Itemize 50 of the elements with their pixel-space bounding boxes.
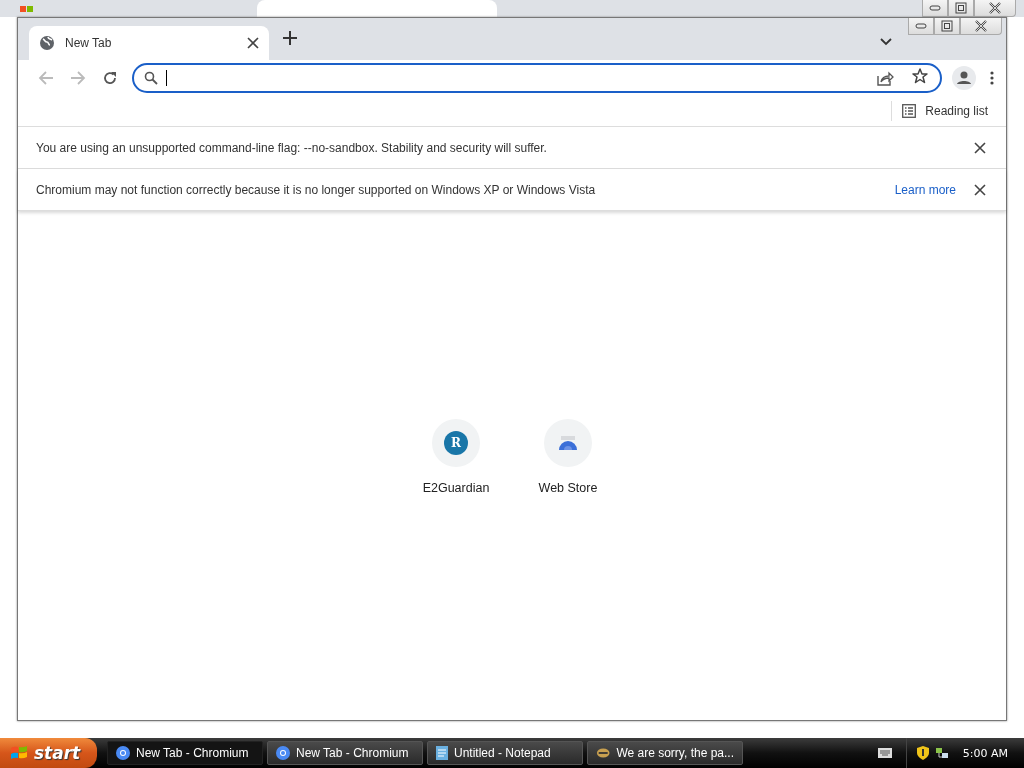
browser-icon [276, 746, 290, 760]
reading-list-button[interactable]: Reading list [891, 101, 988, 121]
reload-icon[interactable] [102, 70, 118, 86]
network-icon[interactable] [934, 746, 949, 760]
infobar-message: Chromium may not function correctly because it is no longer supported on Windows XP or Windows Vista [36, 182, 597, 197]
notepad-icon [436, 746, 448, 760]
shortcut-label[interactable]: Web Store [538, 481, 598, 495]
star-icon[interactable] [912, 68, 928, 84]
shield-icon[interactable] [916, 746, 929, 760]
close-window-button[interactable] [974, 0, 1016, 17]
minimize-button[interactable] [908, 18, 934, 35]
web-store-icon[interactable] [544, 419, 592, 467]
browser-tab[interactable]: New Tab [29, 26, 269, 60]
keyboard-icon[interactable] [877, 748, 892, 758]
windows-logo-icon [20, 5, 33, 12]
search-icon [144, 71, 158, 85]
maximize-button[interactable] [934, 18, 960, 35]
close-icon[interactable] [974, 141, 986, 154]
profile-avatar-icon[interactable] [952, 66, 976, 90]
close-icon[interactable] [247, 37, 259, 49]
shortcut-label[interactable]: E2Guardian [422, 481, 490, 495]
taskbar-button[interactable]: We are sorry, the pa... [587, 741, 743, 765]
error-page-icon [596, 747, 611, 759]
address-bar[interactable] [132, 63, 942, 93]
globe-icon [39, 35, 55, 51]
reading-list-icon [902, 104, 917, 118]
maximize-icon [955, 2, 967, 14]
windows-flag-icon [10, 745, 28, 761]
share-icon[interactable] [877, 70, 894, 86]
menu-icon[interactable] [990, 71, 994, 85]
close-icon[interactable] [974, 183, 986, 196]
minimize-icon [929, 5, 941, 11]
clock: 5:00 AM [962, 746, 1008, 760]
taskbar-button[interactable]: Untitled - Notepad [427, 741, 583, 765]
close-icon [988, 2, 1002, 14]
new-tab-icon[interactable] [283, 31, 297, 45]
start-button[interactable]: start [0, 738, 97, 768]
close-window-button[interactable] [960, 18, 1002, 35]
learn-more-link[interactable]: Learn more [894, 182, 956, 197]
chevron-down-icon[interactable] [880, 38, 892, 46]
close-icon [974, 20, 988, 32]
taskbar-button[interactable]: New Tab - Chromium [267, 741, 423, 765]
infobar-message: You are using an unsupported command-line flag: --no-sandbox. Stability and security will suffer. [36, 140, 548, 155]
maximize-icon [941, 20, 953, 32]
minimize-icon [915, 23, 927, 29]
shortcut-icon[interactable]: R [432, 419, 480, 467]
browser-icon [116, 746, 130, 760]
maximize-button[interactable] [948, 0, 974, 17]
taskbar-button[interactable]: New Tab - Chromium [107, 741, 263, 765]
minimize-button[interactable] [922, 0, 948, 17]
